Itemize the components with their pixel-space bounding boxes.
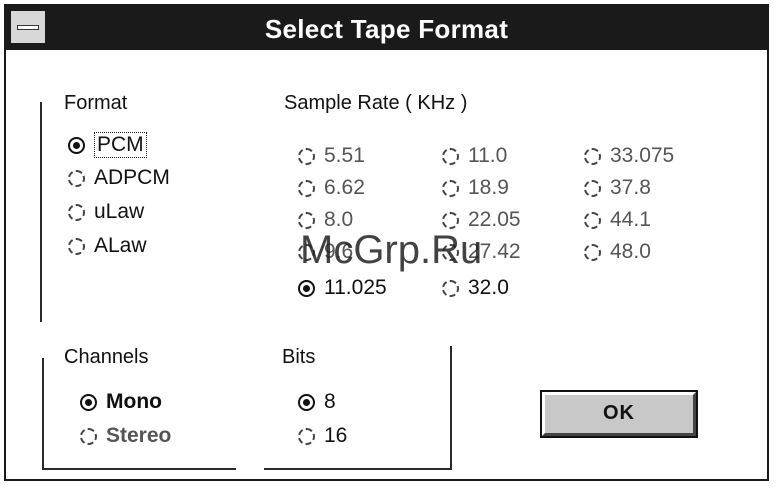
watermark-text: McGrp.Ru [300, 228, 483, 272]
radio-unchecked-icon [298, 147, 315, 165]
sample-rate-option[interactable]: 48.0 [584, 240, 651, 264]
format-option-adpcm[interactable]: ADPCM [68, 166, 170, 190]
ok-button[interactable]: OK [540, 390, 698, 438]
channel-option-label: Mono [106, 390, 162, 413]
sample-rate-option[interactable]: 11.0 [442, 144, 507, 168]
bits-option-8[interactable]: 8 [298, 390, 336, 414]
radio-checked-icon [298, 279, 315, 297]
sample-rate-label: 44.1 [610, 208, 651, 231]
bits-option-label: 8 [324, 390, 336, 413]
sample-rate-option[interactable]: 32.0 [442, 276, 509, 300]
sample-rate-option[interactable]: 44.1 [584, 208, 651, 232]
sample-rate-label: 33.075 [610, 144, 675, 167]
radio-unchecked-icon [584, 179, 601, 197]
radio-checked-icon [68, 136, 85, 154]
radio-unchecked-icon [442, 147, 459, 165]
radio-unchecked-icon [584, 147, 601, 165]
sample-rate-label: 11.025 [324, 276, 387, 299]
sample-rate-label: 5.51 [324, 144, 365, 167]
sample-rate-option[interactable]: 5.51 [298, 144, 365, 168]
radio-unchecked-icon [68, 203, 85, 221]
radio-unchecked-icon [584, 211, 601, 229]
sample-rate-label: 37.8 [610, 176, 651, 199]
radio-unchecked-icon [298, 179, 315, 197]
radio-unchecked-icon [68, 169, 85, 187]
bits-option-16[interactable]: 16 [298, 424, 347, 448]
channels-group-label: Channels [60, 346, 153, 368]
select-tape-format-dialog: Select Tape Format Format PCM ADPCM uLaw… [4, 4, 769, 481]
channel-option-stereo[interactable]: Stereo [80, 424, 171, 448]
channel-option-mono[interactable]: Mono [80, 390, 162, 414]
radio-unchecked-icon [442, 279, 459, 297]
format-option-label: ADPCM [94, 166, 170, 189]
window-title: Select Tape Format [264, 14, 509, 44]
channels-group [42, 358, 236, 470]
channel-option-label: Stereo [106, 424, 172, 447]
radio-unchecked-icon [442, 211, 459, 229]
format-option-label: ALaw [94, 234, 147, 257]
radio-unchecked-icon [298, 211, 315, 229]
format-option-alaw[interactable]: ALaw [68, 234, 147, 258]
format-group [40, 102, 42, 322]
bits-option-label: 16 [324, 424, 348, 447]
sample-rate-option[interactable]: 6.62 [298, 176, 365, 200]
radio-checked-icon [80, 393, 97, 411]
format-option-label: uLaw [94, 200, 145, 223]
format-group-label: Format [60, 92, 132, 114]
sample-rate-option[interactable]: 37.8 [584, 176, 651, 200]
format-option-label: PCM [94, 132, 147, 158]
radio-unchecked-icon [68, 237, 85, 255]
sample-rate-option[interactable]: 11.025 [298, 276, 387, 300]
radio-checked-icon [298, 393, 315, 411]
sample-rate-label: 6.62 [324, 176, 365, 199]
sample-rate-option[interactable]: 33.075 [584, 144, 674, 168]
format-option-ulaw[interactable]: uLaw [68, 200, 144, 224]
bits-group-label: Bits [278, 346, 320, 368]
radio-unchecked-icon [584, 243, 601, 261]
sample-rate-label: 32.0 [468, 276, 509, 299]
format-option-pcm[interactable]: PCM [68, 132, 147, 158]
title-bar: Select Tape Format [6, 6, 767, 50]
sample-rate-label: 48.0 [610, 240, 651, 263]
sample-rate-label: 18.9 [468, 176, 509, 199]
sample-rate-label: 11.0 [468, 144, 508, 167]
sample-rate-option[interactable]: 18.9 [442, 176, 509, 200]
sample-rate-group-label: Sample Rate ( KHz ) [280, 92, 472, 114]
radio-unchecked-icon [442, 179, 459, 197]
radio-unchecked-icon [80, 427, 97, 445]
radio-unchecked-icon [298, 427, 315, 445]
